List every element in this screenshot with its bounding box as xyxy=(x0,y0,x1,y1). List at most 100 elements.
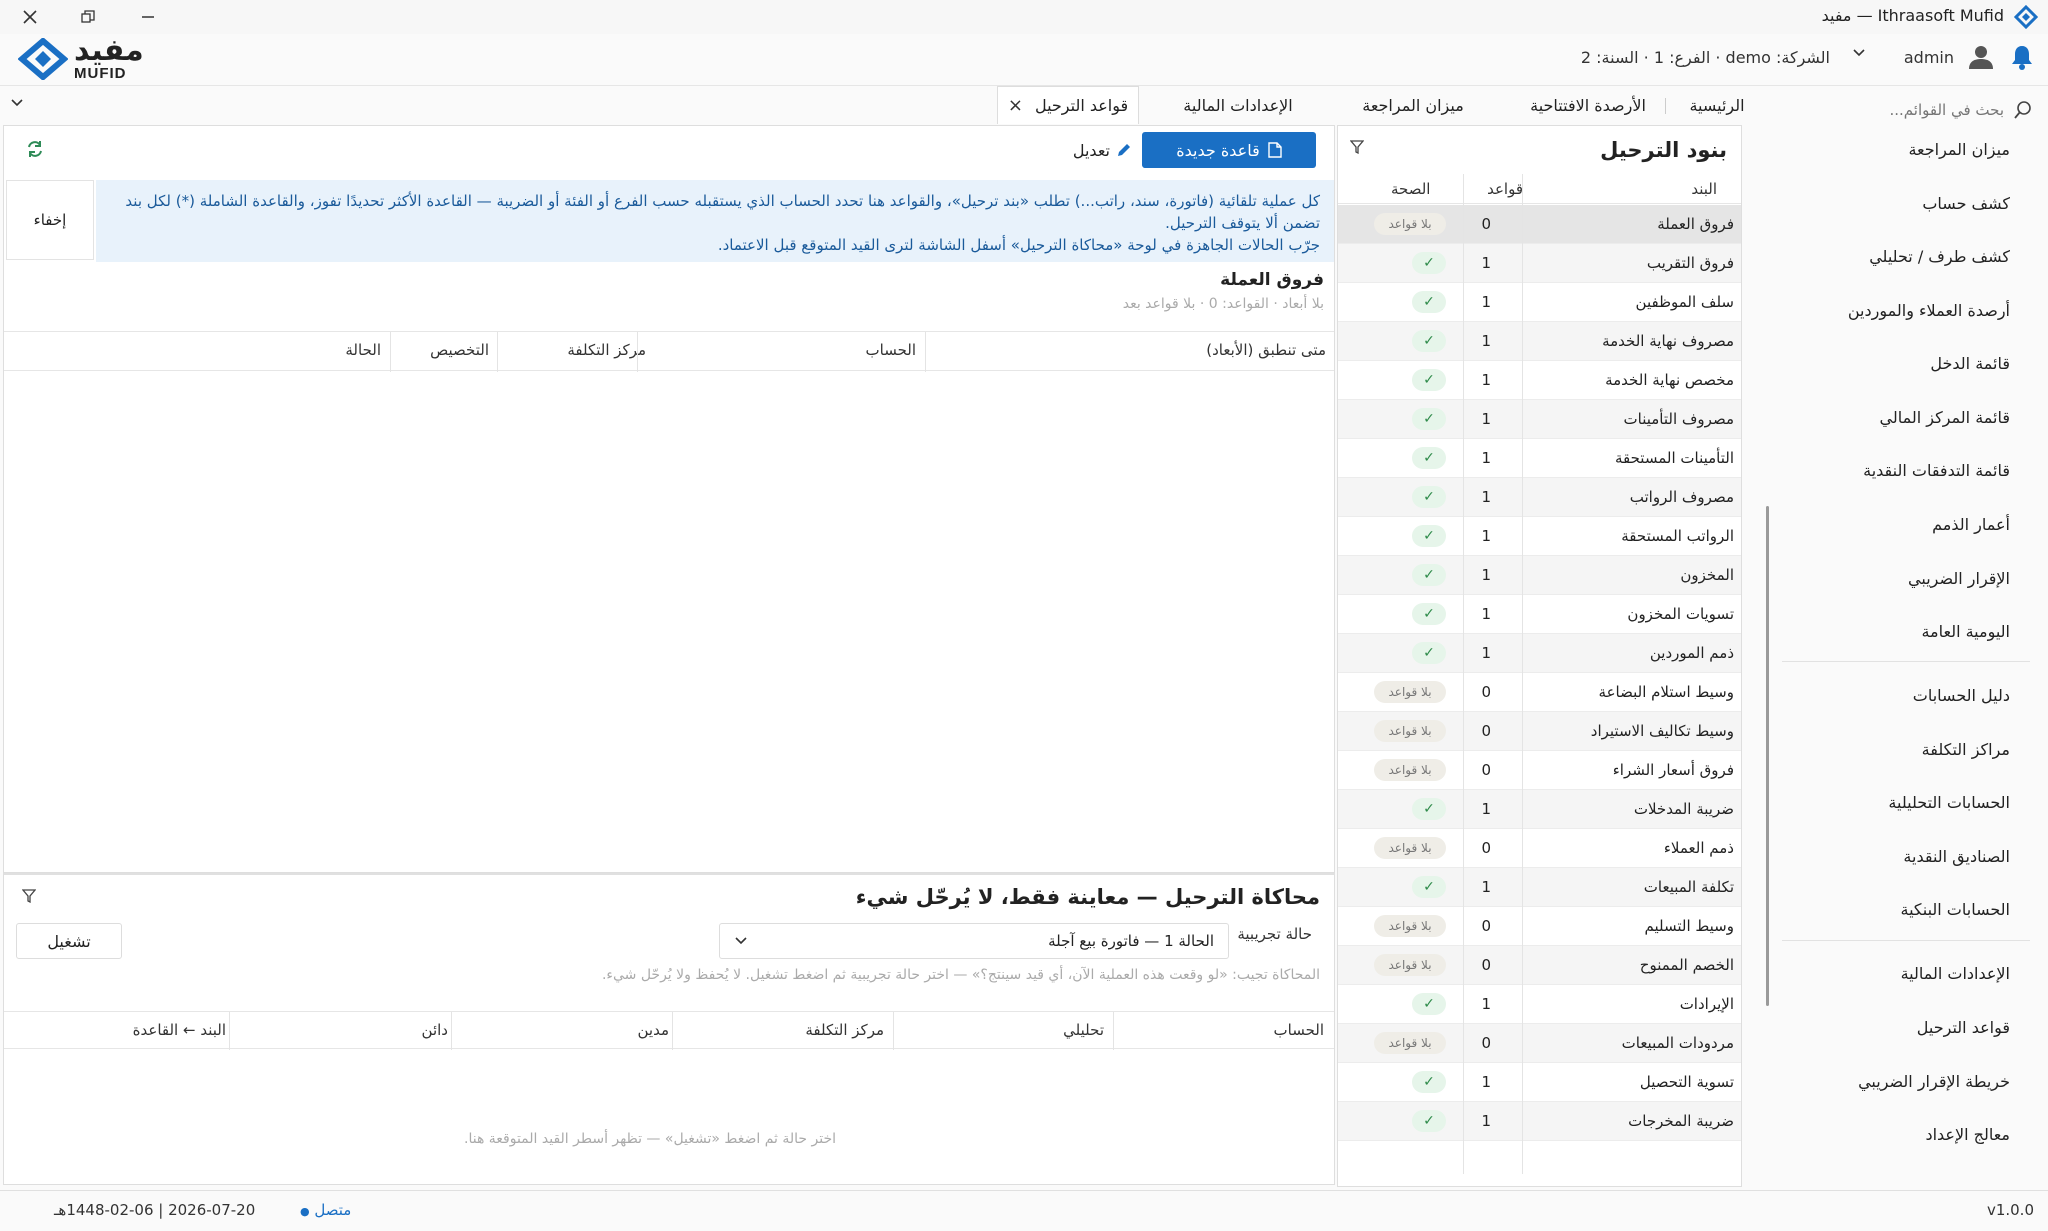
health-ok-badge: ✓ xyxy=(1412,486,1446,508)
table-row[interactable]: الإيرادات 1 ✓ xyxy=(1338,985,1741,1024)
table-row[interactable]: تسوية التحصيل 1 ✓ xyxy=(1338,1063,1741,1102)
table-row[interactable]: ذمم العملاء 0 بلا قواعد xyxy=(1338,829,1741,868)
tab-home[interactable]: الرئيسية xyxy=(1671,86,1763,124)
col-cost-center[interactable]: مركز التكلفة xyxy=(567,341,646,359)
item-rule-count: 0 xyxy=(1481,683,1491,701)
item-name: فروق العملة xyxy=(1657,215,1734,233)
new-document-icon xyxy=(1268,142,1282,158)
sidebar-item-account-statement[interactable]: كشف حساب xyxy=(1922,194,2010,213)
col-item[interactable]: البند xyxy=(1691,180,1717,198)
table-row[interactable]: ضريبة المخرجات 1 ✓ xyxy=(1338,1102,1741,1141)
brand-logo: مفيد MUFID xyxy=(18,36,144,81)
item-rule-count: 1 xyxy=(1481,293,1491,311)
sidebar-item-bank-accounts[interactable]: الحسابات البنكية xyxy=(1901,900,2011,919)
table-row[interactable]: فروق التقريب 1 ✓ xyxy=(1338,244,1741,283)
table-row[interactable]: التأمينات المستحقة 1 ✓ xyxy=(1338,439,1741,478)
table-row[interactable]: مصروف نهاية الخدمة 1 ✓ xyxy=(1338,322,1741,361)
sidebar-item-tax-return-map[interactable]: خريطة الإقرار الضريبي xyxy=(1858,1072,2010,1091)
tabs-overflow-chevron-icon[interactable] xyxy=(10,96,24,110)
info-line-3: جرّب الحالات الجاهزة في لوحة «محاكاة الت… xyxy=(717,236,1320,254)
table-row[interactable]: وسيط التسليم 0 بلا قواعد xyxy=(1338,907,1741,946)
sidebar-item-financial-settings[interactable]: الإعدادات المالية xyxy=(1901,964,2010,983)
sidebar-item-party-statement[interactable]: كشف طرف / تحليلي xyxy=(1869,247,2010,266)
col-rules[interactable]: قواعد xyxy=(1487,180,1523,198)
bell-icon[interactable] xyxy=(2010,44,2034,70)
tab-financial-settings[interactable]: الإعدادات المالية xyxy=(1153,86,1323,124)
table-row[interactable]: مردودات المبيعات 0 بلا قواعد xyxy=(1338,1024,1741,1063)
sidebar-item-general-journal[interactable]: اليومية العامة xyxy=(1921,622,2010,641)
table-row[interactable]: المخزون 1 ✓ xyxy=(1338,556,1741,595)
table-row[interactable]: ذمم الموردين 1 ✓ xyxy=(1338,634,1741,673)
user-name[interactable]: admin xyxy=(1904,48,1954,67)
sidebar-item-analytic-accounts[interactable]: الحسابات التحليلية xyxy=(1888,793,2010,812)
sidebar-item-customer-supplier-balances[interactable]: أرصدة العملاء والموردين xyxy=(1848,301,2010,320)
sidebar-item-tax-return[interactable]: الإقرار الضريبي xyxy=(1908,569,2010,588)
table-row[interactable]: وسيط تكاليف الاستيراد 0 بلا قواعد xyxy=(1338,712,1741,751)
tab-trial-balance[interactable]: ميزان المراجعة xyxy=(1338,86,1488,124)
table-row[interactable]: تسويات المخزون 1 ✓ xyxy=(1338,595,1741,634)
item-name: فروق التقريب xyxy=(1646,254,1734,272)
sidebar-search-input[interactable] xyxy=(1794,101,2004,119)
close-window-button[interactable] xyxy=(16,4,44,30)
search-icon xyxy=(2014,101,2032,119)
sidebar-item-chart-of-accounts[interactable]: دليل الحسابات xyxy=(1913,686,2010,705)
col-sim-analytic[interactable]: تحليلي xyxy=(1063,1021,1104,1039)
col-allocation[interactable]: التخصيص xyxy=(430,341,489,359)
item-rule-count: 1 xyxy=(1481,527,1491,545)
sidebar-item-income-statement[interactable]: قائمة الدخل xyxy=(1930,354,2010,373)
col-health[interactable]: الصحة xyxy=(1391,180,1430,198)
brand-name-ar: مفيد xyxy=(74,33,144,68)
col-sim-credit[interactable]: دائن xyxy=(422,1021,448,1039)
run-button[interactable]: تشغيل xyxy=(16,923,122,959)
sidebar-scrollbar[interactable] xyxy=(1766,506,1769,1006)
refresh-icon[interactable] xyxy=(26,140,44,158)
table-row[interactable]: مصروف التأمينات 1 ✓ xyxy=(1338,400,1741,439)
item-name: تسوية التحصيل xyxy=(1639,1073,1734,1091)
table-row[interactable]: الرواتب المستحقة 1 ✓ xyxy=(1338,517,1741,556)
sidebar-item-setup-wizard[interactable]: معالج الإعداد xyxy=(1925,1125,2010,1144)
user-icon[interactable] xyxy=(1968,44,1994,70)
new-rule-button[interactable]: قاعدة جديدة xyxy=(1142,132,1316,168)
minimize-window-button[interactable] xyxy=(134,4,162,30)
posting-items-title: بنود الترحيل xyxy=(1600,138,1727,162)
col-sim-cost-center[interactable]: مركز التكلفة xyxy=(805,1021,884,1039)
close-tab-icon[interactable]: × xyxy=(1008,95,1023,116)
collapse-icon[interactable] xyxy=(22,889,36,903)
item-name: وسيط تكاليف الاستيراد xyxy=(1590,722,1734,740)
table-row[interactable]: مخصص نهاية الخدمة 1 ✓ xyxy=(1338,361,1741,400)
col-sim-account[interactable]: الحساب xyxy=(1274,1021,1325,1039)
sidebar-item-aging[interactable]: أعمار الذمم xyxy=(1932,515,2010,534)
item-rule-count: 1 xyxy=(1481,332,1491,350)
tab-opening-balances[interactable]: الأرصدة الافتتاحية xyxy=(1513,86,1663,124)
table-row[interactable]: فروق العملة 0 بلا قواعد xyxy=(1338,205,1741,244)
edit-button[interactable]: تعديل xyxy=(1073,132,1132,168)
sim-case-select[interactable]: الحالة 1 — فاتورة بيع آجلة xyxy=(719,923,1229,959)
col-sim-debit[interactable]: مدين xyxy=(637,1021,669,1039)
col-account[interactable]: الحساب xyxy=(866,341,917,359)
table-row[interactable]: وسيط استلام البضاعة 0 بلا قواعد xyxy=(1338,673,1741,712)
col-sim-item-rule[interactable]: البند ← القاعدة xyxy=(133,1021,226,1039)
sidebar-item-posting-rules[interactable]: قواعد الترحيل xyxy=(1917,1018,2010,1037)
restore-window-button[interactable] xyxy=(74,4,102,30)
sidebar-search[interactable] xyxy=(1777,96,2032,124)
table-row[interactable]: سلف الموظفين 1 ✓ xyxy=(1338,283,1741,322)
table-row[interactable]: مصروف الرواتب 1 ✓ xyxy=(1338,478,1741,517)
rules-table-header: متى تنطبق (الأبعاد) الحساب مركز التكلفة … xyxy=(4,331,1334,372)
sidebar-item-trial-balance[interactable]: ميزان المراجعة xyxy=(1908,140,2010,159)
health-ok-badge: ✓ xyxy=(1412,603,1446,625)
sidebar-item-cash-boxes[interactable]: الصناديق النقدية xyxy=(1903,847,2010,866)
filter-icon[interactable] xyxy=(1350,140,1364,154)
user-menu-chevron-icon[interactable] xyxy=(1852,46,1866,60)
table-row[interactable]: الخصم الممنوح 0 بلا قواعد xyxy=(1338,946,1741,985)
hide-info-button[interactable]: إخفاء xyxy=(6,180,94,260)
table-row[interactable]: تكلفة المبيعات 1 ✓ xyxy=(1338,868,1741,907)
item-rule-count: 1 xyxy=(1481,410,1491,428)
table-row[interactable]: ضريبة المدخلات 1 ✓ xyxy=(1338,790,1741,829)
table-row[interactable]: فروق أسعار الشراء 0 بلا قواعد xyxy=(1338,751,1741,790)
sidebar-item-cash-flow[interactable]: قائمة التدفقات النقدية xyxy=(1863,461,2010,480)
col-applies-when[interactable]: متى تنطبق (الأبعاد) xyxy=(1206,341,1326,359)
col-status[interactable]: الحالة xyxy=(345,341,381,359)
sidebar-item-balance-sheet[interactable]: قائمة المركز المالي xyxy=(1880,408,2010,427)
tab-posting-rules[interactable]: قواعد الترحيل × xyxy=(997,86,1139,124)
sidebar-item-cost-centers[interactable]: مراكز التكلفة xyxy=(1922,740,2010,759)
